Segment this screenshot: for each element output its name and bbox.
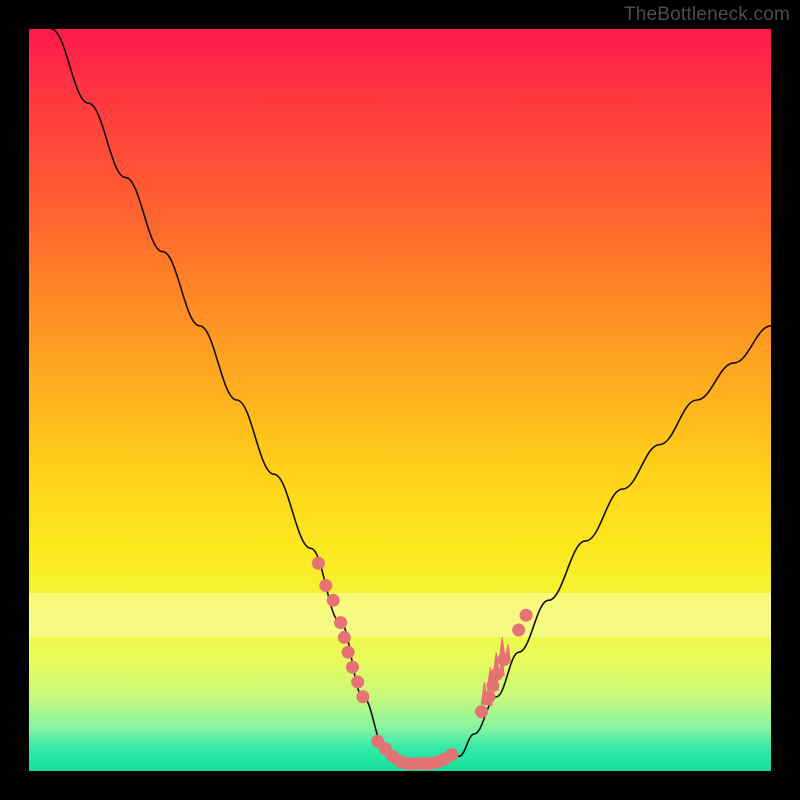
marker-dot	[342, 646, 354, 658]
marker-dot	[520, 609, 532, 621]
right-spikes-group	[481, 637, 510, 705]
marker-dot	[327, 594, 339, 606]
marker-dot	[352, 676, 364, 688]
chart-svg	[29, 29, 771, 771]
marker-dot	[338, 631, 350, 643]
marker-dot	[320, 580, 332, 592]
bottleneck-curve-line	[51, 29, 771, 764]
flame-spike	[499, 637, 510, 660]
marker-dot	[347, 661, 359, 673]
marker-dot	[476, 706, 488, 718]
chart-frame	[29, 29, 771, 771]
marker-dot	[513, 624, 525, 636]
marker-dot	[357, 691, 369, 703]
watermark-text: TheBottleneck.com	[624, 4, 790, 26]
marker-dots-group	[312, 557, 532, 769]
marker-dot	[312, 557, 324, 569]
marker-dot	[446, 749, 458, 761]
marker-dot	[335, 617, 347, 629]
